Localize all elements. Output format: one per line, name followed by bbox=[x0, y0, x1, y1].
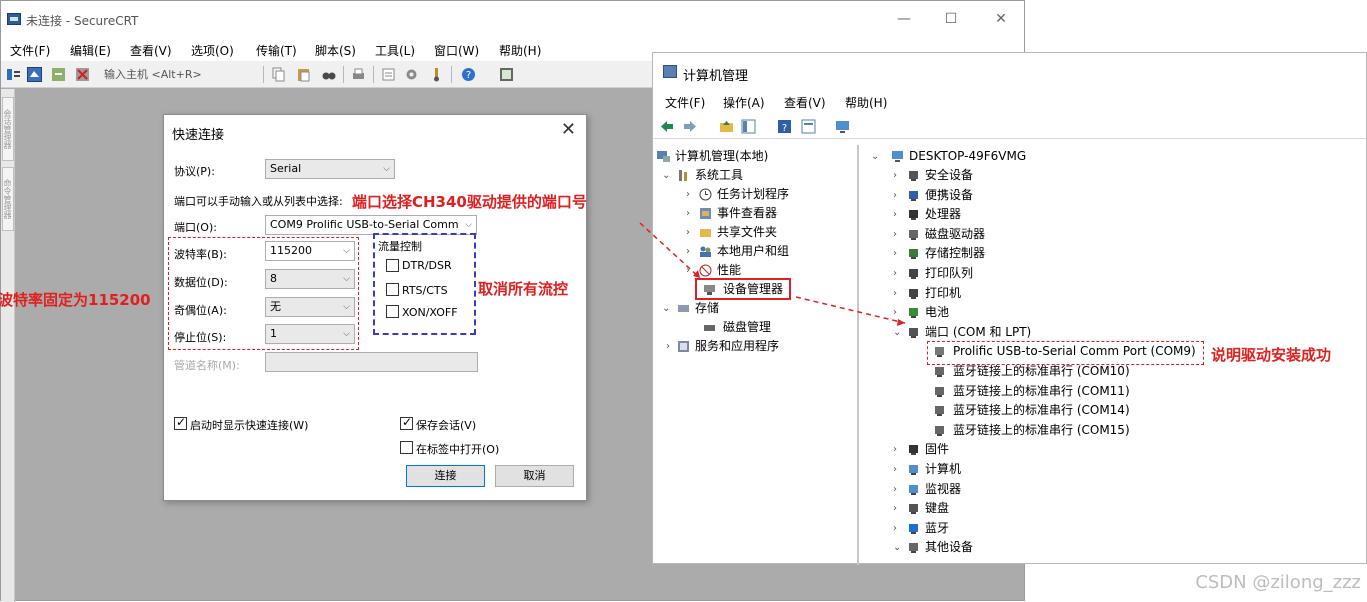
arrowhead-icon bbox=[897, 319, 905, 326]
csdn-watermark: CSDN @zilong_zzz bbox=[1195, 572, 1361, 593]
arrow-port-to-device-manager bbox=[639, 222, 701, 279]
annotation-arrows bbox=[639, 222, 906, 326]
arrowhead-icon bbox=[693, 270, 700, 278]
arrow-device-manager-to-ports bbox=[795, 296, 906, 324]
